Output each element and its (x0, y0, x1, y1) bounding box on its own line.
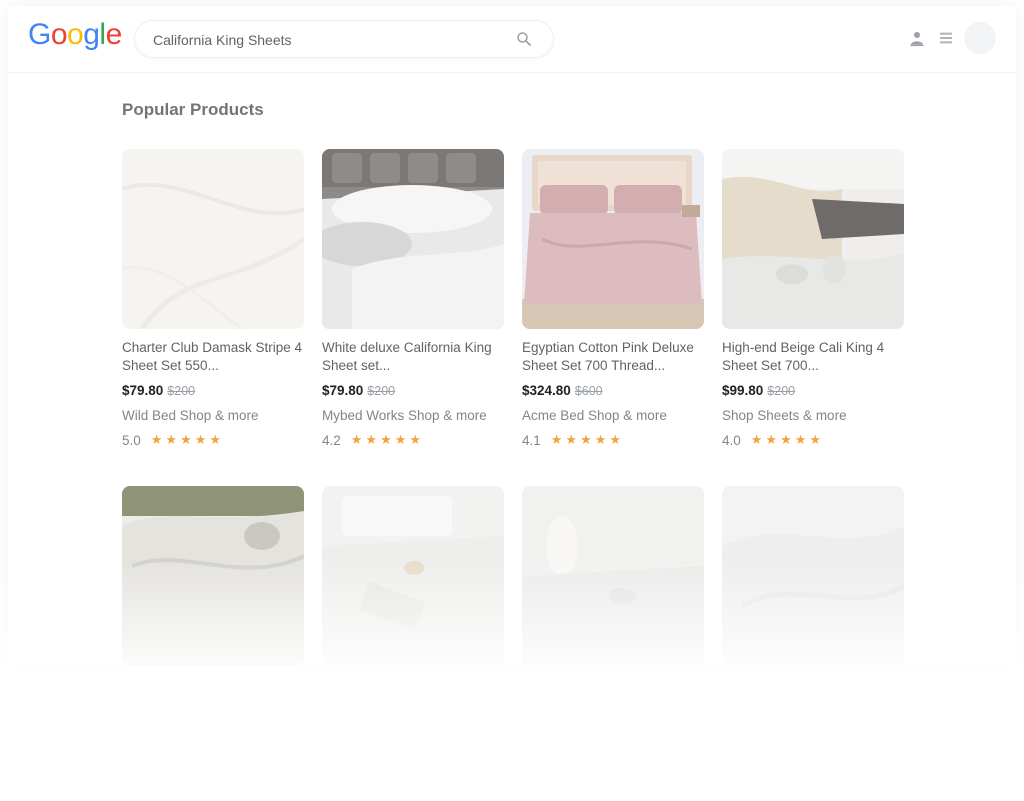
product-price: $79.80 $200 (122, 383, 304, 398)
product-card[interactable] (522, 486, 704, 666)
product-rating: 4.2 ★★★★★ (322, 432, 504, 448)
apps-icon[interactable] (938, 30, 954, 46)
product-card[interactable] (322, 486, 504, 666)
product-shop[interactable]: Wild Bed Shop & more (122, 408, 304, 423)
product-title[interactable]: Charter Club Damask Stripe 4 Sheet Set 5… (122, 339, 304, 375)
product-rating: 4.0 ★★★★★ (722, 432, 904, 448)
star-icons: ★★★★★ (150, 432, 225, 447)
rating-value: 4.1 (522, 432, 541, 448)
product-image[interactable] (322, 486, 504, 666)
search-icon[interactable] (515, 30, 533, 48)
rating-value: 4.2 (322, 432, 341, 448)
search-box[interactable] (134, 20, 554, 58)
avatar[interactable] (964, 22, 996, 54)
product-card[interactable] (122, 486, 304, 666)
product-image[interactable] (122, 486, 304, 666)
product-image[interactable] (522, 149, 704, 329)
google-logo[interactable]: Google (28, 18, 122, 52)
product-title[interactable]: White deluxe California King Sheet set..… (322, 339, 504, 375)
product-shop[interactable]: Shop Sheets & more (722, 408, 904, 423)
star-icons: ★★★★★ (550, 432, 625, 447)
product-image[interactable] (722, 486, 904, 666)
rating-value: 5.0 (122, 432, 141, 448)
browser-frame: Google Popular Products (8, 6, 1016, 668)
original-price: $200 (767, 384, 796, 398)
product-image[interactable] (722, 149, 904, 329)
product-shop[interactable]: Mybed Works Shop & more (322, 408, 504, 423)
product-card[interactable]: Charter Club Damask Stripe 4 Sheet Set 5… (122, 149, 304, 448)
search-input[interactable] (151, 29, 495, 51)
rating-value: 4.0 (722, 432, 741, 448)
product-card[interactable]: White deluxe California King Sheet set..… (322, 149, 504, 448)
account-icon[interactable] (908, 29, 926, 47)
star-icons: ★★★★★ (750, 432, 825, 447)
current-price: $79.80 (322, 383, 364, 398)
current-price: $324.80 (522, 383, 571, 398)
original-price: $600 (574, 384, 603, 398)
original-price: $200 (167, 384, 196, 398)
product-card[interactable]: Egyptian Cotton Pink Deluxe Sheet Set 70… (522, 149, 704, 448)
top-bar: Google (8, 6, 1016, 73)
current-price: $79.80 (122, 383, 164, 398)
product-rating: 4.1 ★★★★★ (522, 432, 704, 448)
product-price: $79.80 $200 (322, 383, 504, 398)
product-image[interactable] (522, 486, 704, 666)
product-card[interactable] (722, 486, 904, 666)
product-shop[interactable]: Acme Bed Shop & more (522, 408, 704, 423)
original-price: $200 (367, 384, 396, 398)
product-title[interactable]: High-end Beige Cali King 4 Sheet Set 700… (722, 339, 904, 375)
product-image[interactable] (122, 149, 304, 329)
section-title: Popular Products (122, 100, 264, 119)
product-title[interactable]: Egyptian Cotton Pink Deluxe Sheet Set 70… (522, 339, 704, 375)
star-icons: ★★★★★ (350, 432, 425, 447)
current-price: $99.80 (722, 383, 764, 398)
product-price: $324.80 $600 (522, 383, 704, 398)
product-card[interactable]: High-end Beige Cali King 4 Sheet Set 700… (722, 149, 904, 448)
product-price: $99.80 $200 (722, 383, 904, 398)
product-rating: 5.0 ★★★★★ (122, 432, 304, 448)
product-image[interactable] (322, 149, 504, 329)
